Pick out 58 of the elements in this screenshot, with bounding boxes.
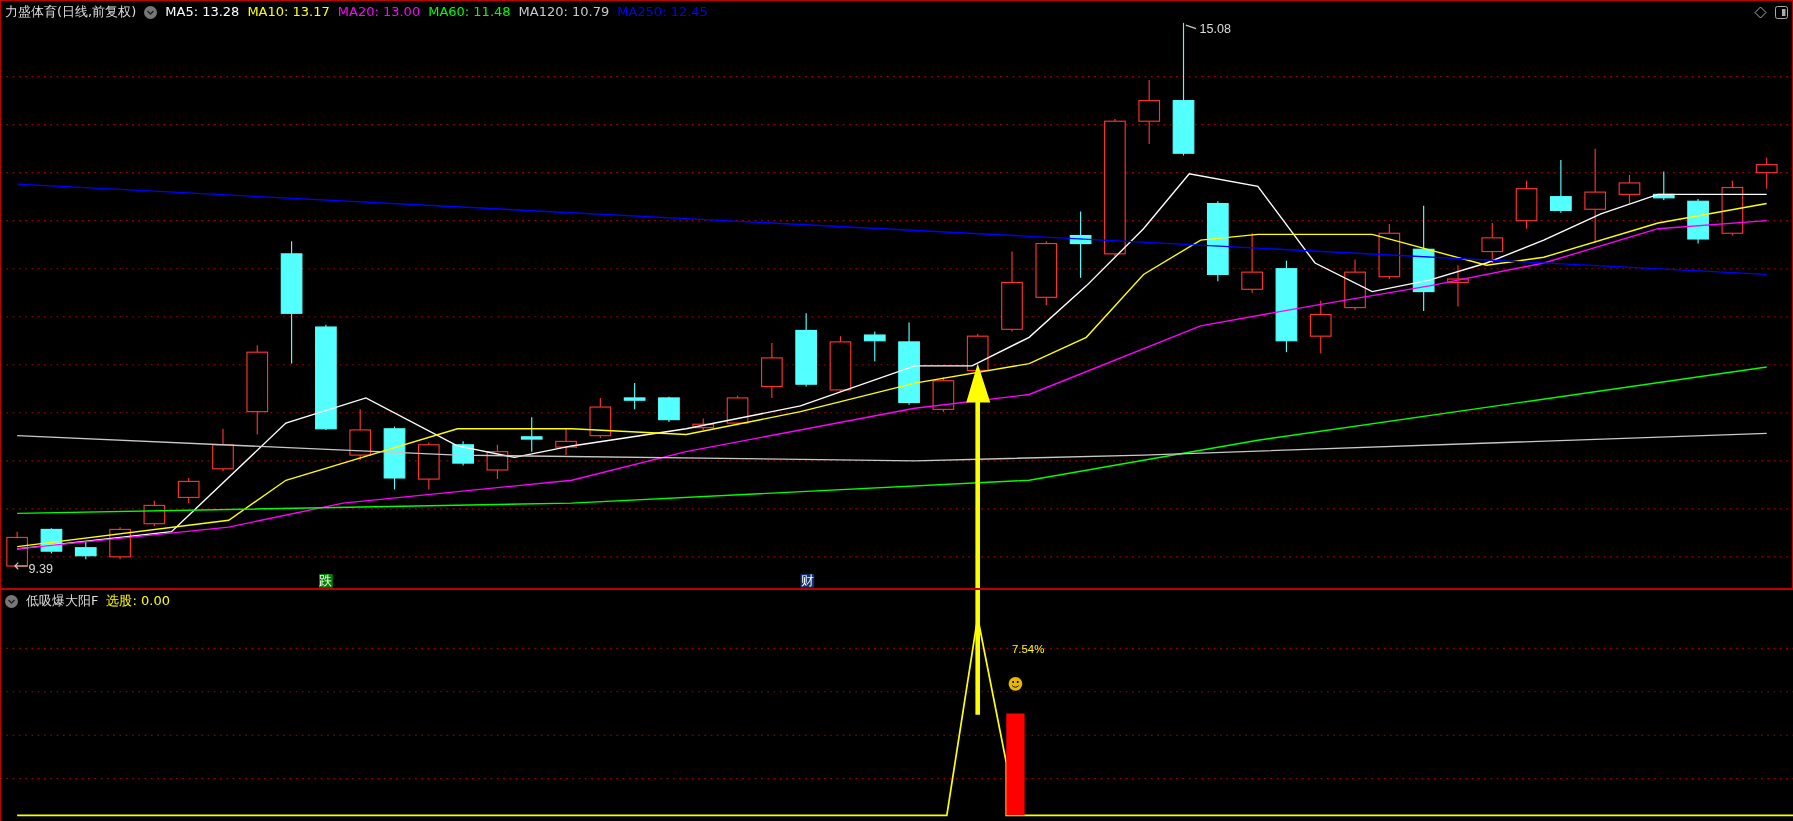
candlestick xyxy=(1481,222,1504,264)
candlestick xyxy=(177,477,200,504)
candlestick xyxy=(1035,240,1058,306)
candlestick xyxy=(486,444,509,480)
ma-value: MA120: 10.79 xyxy=(518,3,610,21)
low-price-label: 9.39 xyxy=(28,561,54,576)
candlestick xyxy=(692,417,715,431)
diamond-icon[interactable] xyxy=(1754,5,1767,19)
candlestick xyxy=(1309,300,1332,354)
ma-value: MA20: 13.00 xyxy=(337,3,421,21)
indicator-readout: 选股: 0.00 xyxy=(106,592,170,610)
candlestick xyxy=(1138,79,1161,145)
candlestick xyxy=(1755,157,1778,190)
candlestick xyxy=(555,428,577,456)
candlestick xyxy=(212,428,234,472)
candlestick xyxy=(726,395,749,426)
candlestick xyxy=(623,382,646,410)
candlestick xyxy=(349,408,372,461)
candlestick xyxy=(1069,210,1092,279)
event-marker[interactable]: 跌 xyxy=(319,573,333,589)
candlestick xyxy=(658,396,680,423)
candlestick xyxy=(520,416,543,453)
candlestick xyxy=(829,335,852,393)
candlestick xyxy=(383,425,406,490)
candlestick xyxy=(863,331,886,362)
candlestick xyxy=(589,397,612,439)
high-price-label: 15.08 xyxy=(1199,22,1231,37)
candlestick xyxy=(761,342,783,399)
signal-percent-label: 7.54% xyxy=(1012,642,1045,655)
candlestick xyxy=(932,376,955,413)
candlestick xyxy=(1550,159,1572,214)
event-marker[interactable]: 财 xyxy=(800,573,815,589)
leader-line xyxy=(14,562,28,570)
candlestick xyxy=(1687,198,1709,245)
candlestick xyxy=(1652,170,1675,201)
ma-value: MA60: 11.48 xyxy=(428,3,511,21)
stock-title: 力盛体育(日线,前复权) xyxy=(5,3,137,21)
candlestick xyxy=(966,333,989,374)
candlestick xyxy=(1721,180,1744,237)
candlestick xyxy=(1344,259,1366,311)
ma-value: MA10: 13.17 xyxy=(247,3,330,21)
candlestick xyxy=(1378,223,1401,280)
candlestick xyxy=(1447,264,1469,307)
candlestick xyxy=(1241,232,1263,294)
ma-value: MA5: 13.28 xyxy=(165,3,240,21)
candlestick xyxy=(74,541,97,560)
candlestick xyxy=(6,531,28,569)
smiley-icon xyxy=(1008,676,1023,691)
leader-line xyxy=(1185,24,1197,30)
indicator-name: 低吸爆大阳F xyxy=(26,592,99,610)
candlestick xyxy=(1618,174,1641,205)
candlestick xyxy=(1515,180,1538,230)
collapse-icon[interactable] xyxy=(5,594,18,608)
panel-toggle-icon[interactable] xyxy=(1775,5,1788,19)
collapse-icon[interactable] xyxy=(144,5,158,19)
ma-value: MA250: 12.45 xyxy=(617,3,708,21)
candlestick xyxy=(417,441,440,490)
candlestick xyxy=(143,500,166,527)
